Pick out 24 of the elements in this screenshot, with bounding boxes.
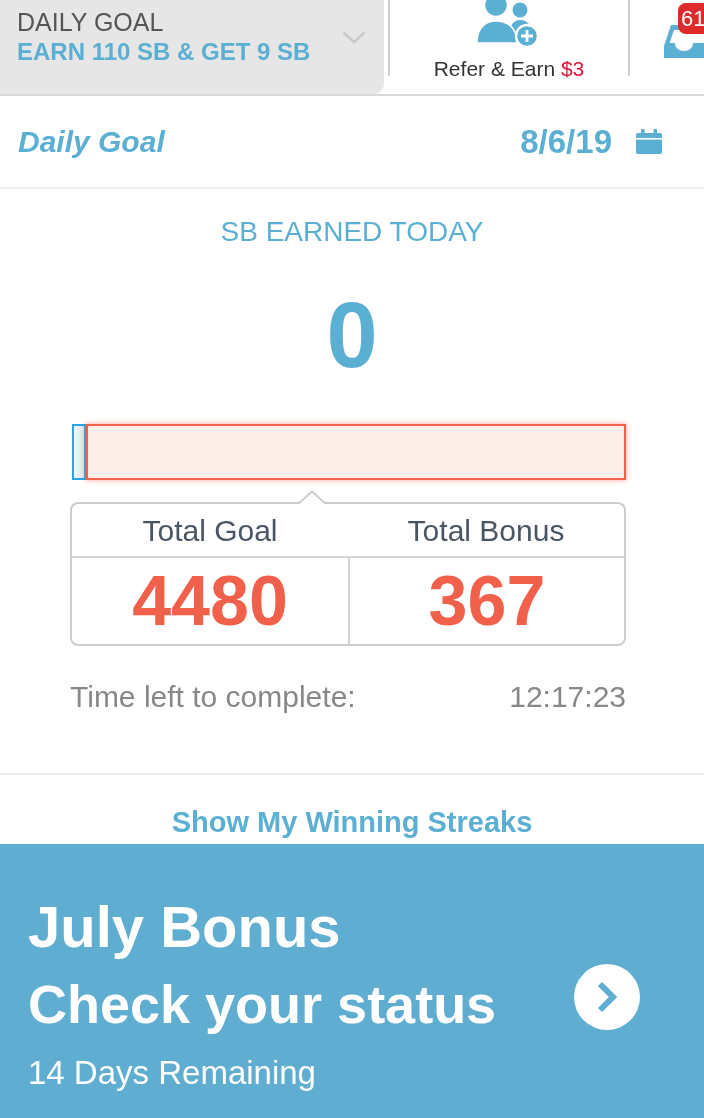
refer-earn-button[interactable]: Refer & Earn $3: [390, 0, 628, 94]
date-text: 8/6/19: [520, 121, 612, 162]
total-label: Total Goal: [72, 504, 348, 558]
earned-label: SB EARNED TODAY: [219, 215, 485, 249]
banner-title: July Bonus: [28, 895, 341, 959]
chevron-down-icon: [342, 31, 366, 44]
goal-label: DAILY GOAL: [17, 7, 165, 37]
winning-streaks-link[interactable]: Show My Winning Streaks: [171, 805, 533, 839]
earned-value: 0: [325, 285, 379, 385]
arrow-right-icon[interactable]: [574, 964, 640, 1030]
total-value: 367: [348, 558, 624, 644]
inbox-button[interactable]: 61: [664, 3, 704, 58]
time-left-label: Time left to complete:: [70, 679, 356, 715]
calendar-icon[interactable]: [636, 129, 662, 154]
total-label: Total Bonus: [348, 504, 624, 558]
bonus-banner[interactable]: July Bonus Check your status 14 Days Remaining: [0, 844, 704, 1118]
goal-text: EARN 110 SB & GET 9 SB: [17, 37, 311, 67]
goal-dropdown[interactable]: DAILY GOAL EARN 110 SB & GET 9 SB: [0, 0, 384, 94]
banner-subtitle: Check your status: [28, 974, 497, 1034]
days-remaining-text: 14 Days Remaining: [28, 1054, 316, 1092]
total-value: 4480: [131, 561, 289, 642]
notification-badge: 61: [678, 3, 704, 34]
section-title: Daily Goal: [18, 124, 165, 160]
time-left-value: 12:17:23: [509, 679, 626, 715]
